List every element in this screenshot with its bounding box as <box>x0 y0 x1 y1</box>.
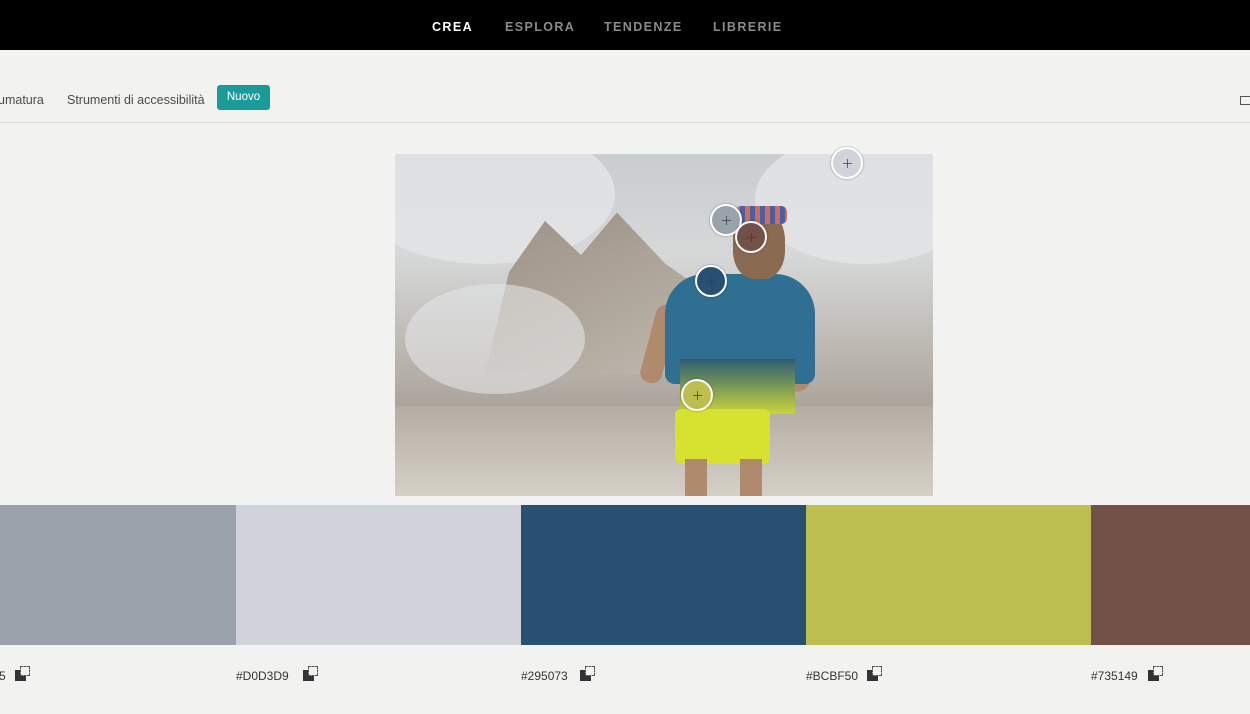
image-icon[interactable] <box>1240 96 1250 105</box>
color-picker-icon[interactable] <box>695 265 727 297</box>
copy-icon[interactable] <box>15 666 30 681</box>
runner-headband <box>735 206 787 224</box>
new-badge: Nuovo <box>217 85 270 110</box>
hex-value-5[interactable]: #735149 <box>1091 669 1138 683</box>
copy-icon[interactable] <box>867 666 882 681</box>
tool-tab-sfumatura[interactable]: umatura <box>0 93 44 107</box>
source-image <box>395 154 933 496</box>
color-swatch-4[interactable] <box>806 505 1091 645</box>
leg-shape <box>740 459 762 496</box>
cloud-shape <box>395 154 615 264</box>
nav-tab-librerie[interactable]: LIBRERIE <box>713 20 783 34</box>
color-swatch-3[interactable] <box>521 505 806 645</box>
top-navigation: CREA ESPLORA TENDENZE LIBRERIE <box>0 0 1250 50</box>
color-swatch-1[interactable] <box>0 505 236 645</box>
runner-shorts <box>675 409 770 464</box>
hex-value-4[interactable]: #BCBF50 <box>806 669 858 683</box>
cloud-shape <box>405 284 585 394</box>
tool-bar: umatura Strumenti di accessibilità Nuovo <box>0 50 1250 123</box>
copy-icon[interactable] <box>303 666 318 681</box>
color-picker-icon[interactable] <box>681 379 713 411</box>
ground-shape <box>395 406 933 496</box>
hex-value-2[interactable]: #D0D3D9 <box>236 669 289 683</box>
hex-value-1[interactable]: 5 <box>0 669 6 683</box>
nav-tab-esplora[interactable]: ESPLORA <box>505 20 575 34</box>
hex-value-3[interactable]: #295073 <box>521 669 568 683</box>
color-picker-icon[interactable] <box>735 221 767 253</box>
nav-tab-crea[interactable]: CREA <box>432 20 473 34</box>
leg-shape <box>685 459 707 496</box>
color-picker-icon[interactable] <box>831 147 863 179</box>
color-swatch-2[interactable] <box>236 505 521 645</box>
nav-tab-tendenze[interactable]: TENDENZE <box>604 20 683 34</box>
copy-icon[interactable] <box>1148 666 1163 681</box>
color-swatch-5[interactable] <box>1091 505 1250 645</box>
tool-tab-accessibility[interactable]: Strumenti di accessibilità <box>67 93 205 107</box>
copy-icon[interactable] <box>580 666 595 681</box>
